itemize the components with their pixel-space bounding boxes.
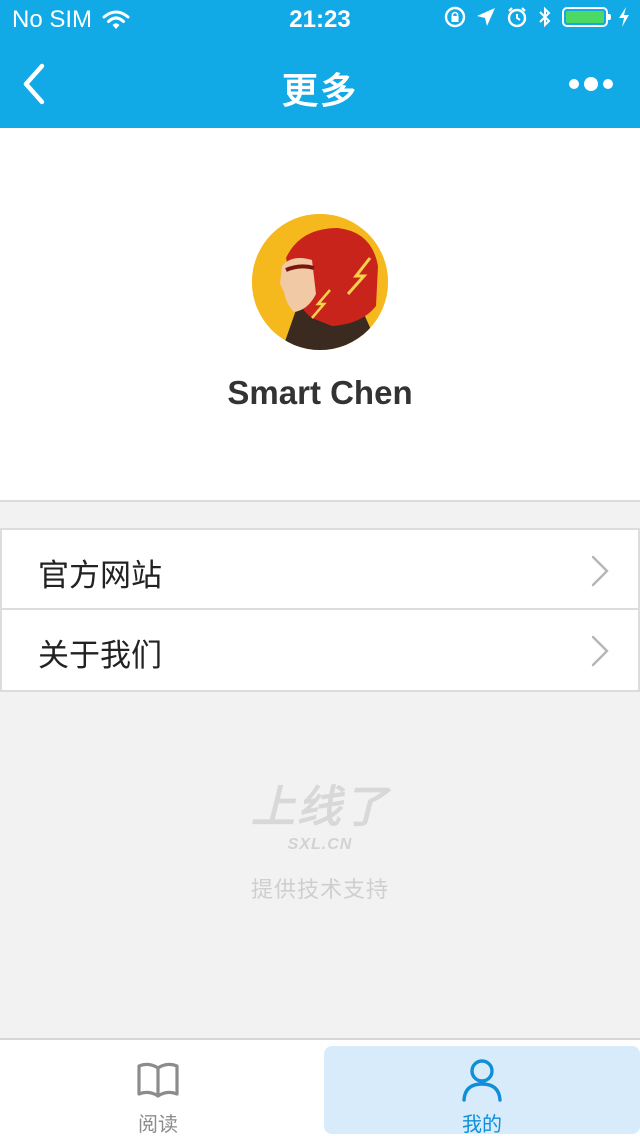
menu-item-about-us[interactable]: 关于我们 (0, 610, 640, 692)
tab-bar: 阅读 我的 (0, 1038, 640, 1136)
brand-logo: 上线了 (251, 783, 389, 832)
menu-item-label: 官方网站 (38, 558, 162, 593)
tab-mine[interactable]: 我的 (324, 1046, 640, 1136)
charging-icon (619, 7, 629, 27)
battery-fill (566, 11, 604, 23)
powered-by-branding: 上线了 SXL.CN 提供技术支持 (0, 782, 640, 904)
page-title: 更多 (281, 70, 358, 111)
alarm-icon (507, 7, 527, 28)
tab-label: 阅读 (138, 1114, 178, 1136)
avatar-image (252, 214, 388, 350)
brand-domain: SXL.CN (287, 836, 353, 853)
chevron-right-icon (591, 555, 609, 587)
tab-read[interactable]: 阅读 (0, 1046, 316, 1136)
location-icon (477, 8, 495, 26)
screen: No SIM 21:23 更多 Smart Chen 官方网站 关于我们 上线了… (0, 0, 640, 1136)
status-bar: No SIM 21:23 (0, 0, 640, 40)
orientation-lock-icon (444, 6, 466, 28)
profile-section: Smart Chen (0, 128, 640, 502)
user-name: Smart Chen (227, 374, 413, 411)
book-icon (137, 1062, 179, 1098)
menu-list: 官方网站 关于我们 (0, 528, 640, 692)
support-text: 提供技术支持 (250, 877, 389, 902)
nav-bar: 更多 (0, 40, 640, 128)
status-right (444, 6, 630, 28)
tab-label: 我的 (462, 1114, 502, 1136)
menu-item-label: 关于我们 (38, 638, 162, 673)
avatar[interactable] (252, 214, 388, 350)
more-dots-icon[interactable] (568, 68, 614, 100)
battery-icon (562, 7, 611, 27)
top-bar: No SIM 21:23 更多 (0, 0, 640, 128)
menu-item-official-website[interactable]: 官方网站 (0, 528, 640, 610)
chevron-right-icon (591, 635, 609, 667)
user-icon (462, 1059, 502, 1102)
bluetooth-icon (539, 6, 551, 28)
